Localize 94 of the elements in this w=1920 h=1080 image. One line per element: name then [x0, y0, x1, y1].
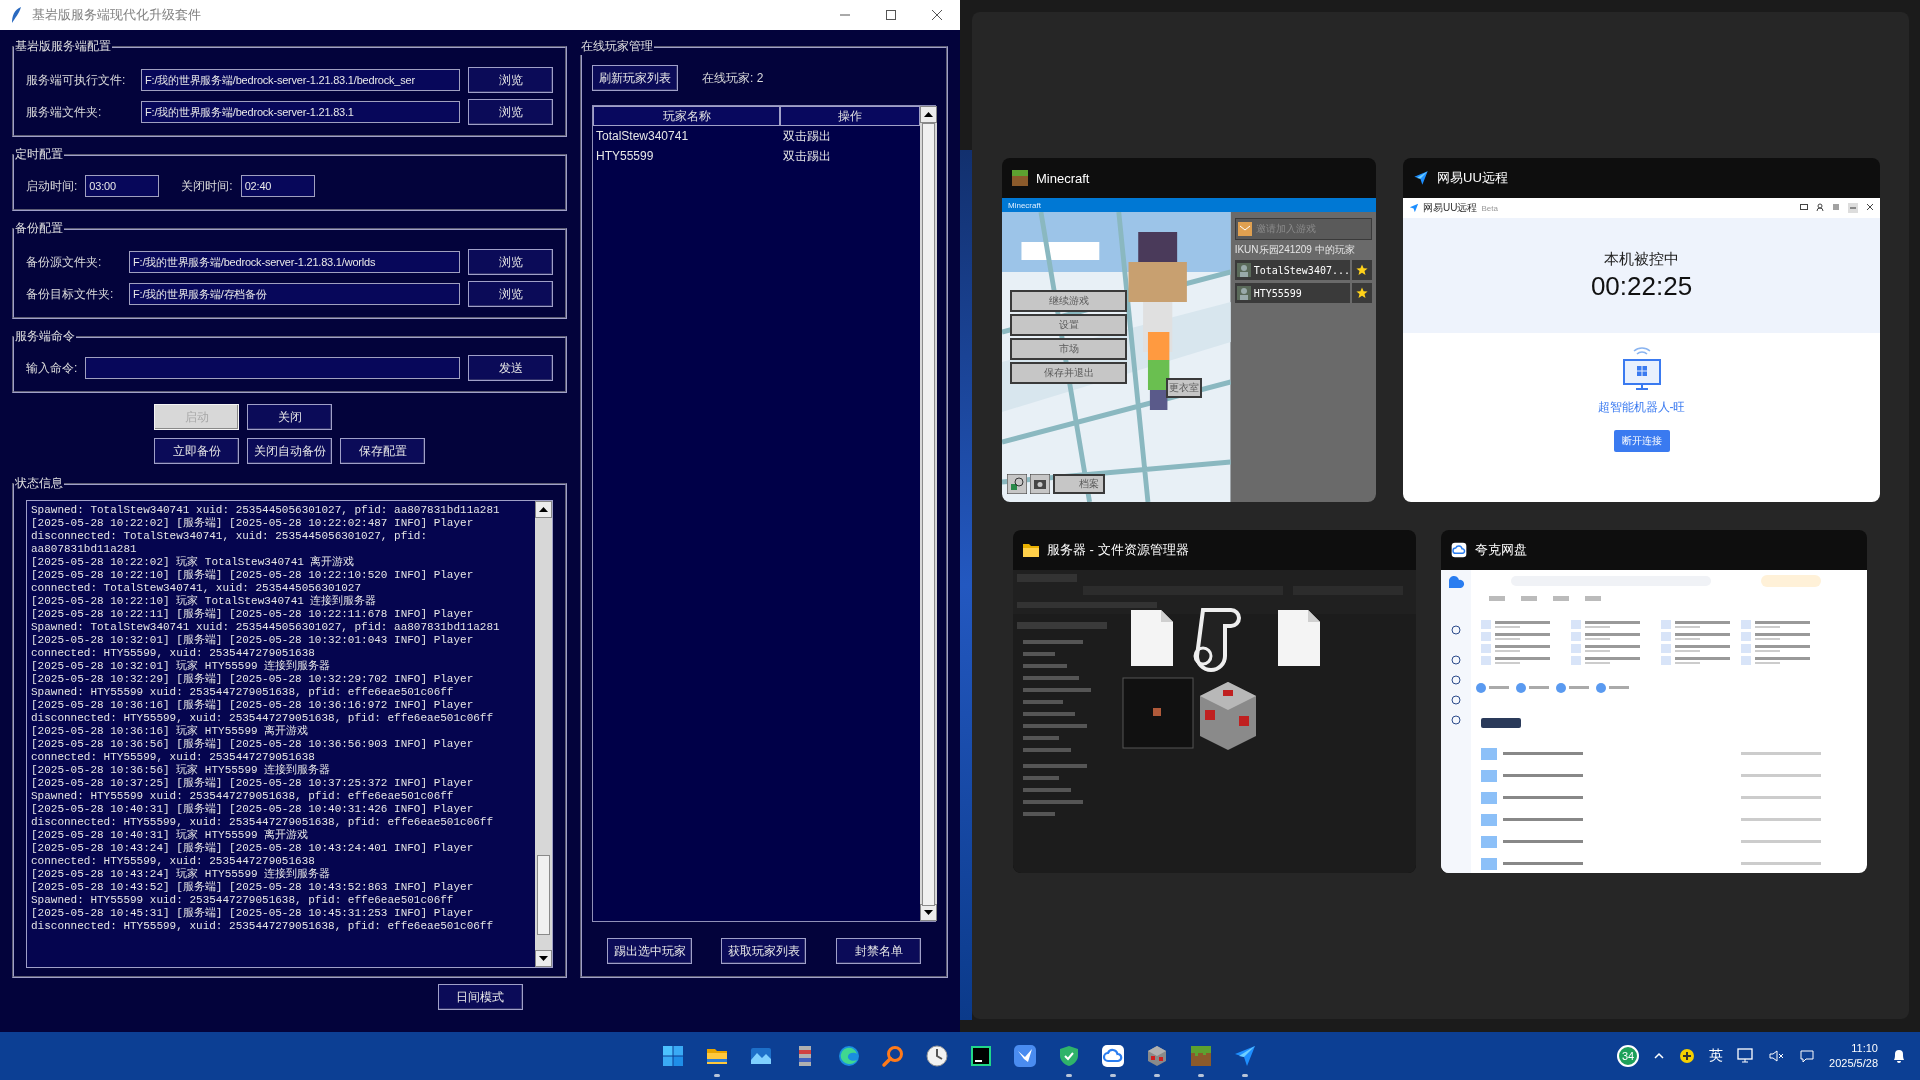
column-header[interactable]: 操作 — [780, 106, 920, 126]
player-action-button[interactable]: 踢出选中玩家 — [606, 938, 692, 964]
field-label: 备份源文件夹: — [26, 253, 103, 271]
beta-label: Beta — [1481, 203, 1498, 213]
group-title: 在线玩家管理 — [580, 38, 654, 55]
group-title: 服务端命令 — [14, 328, 76, 345]
window-thumbnail[interactable]: 夸克网盘 — [1441, 530, 1867, 873]
browse-button[interactable]: 浏览 — [468, 67, 553, 93]
menu-button[interactable]: 继续游戏 — [1010, 290, 1127, 312]
path-field[interactable]: F:/我的世界服务端/bedrock-server-1.21.83.1 — [141, 101, 460, 123]
log-line: [2025-05-28 10:36:16] [服务端] [2025-05-28 10:36:16:972 INFO] Player — [31, 699, 475, 712]
log-line: connected: TotalStew340741, xuid: 2535445056301027 — [31, 582, 363, 595]
device-name: 超智能机器人-旺 — [1597, 399, 1686, 416]
log-line: [2025-05-28 10:32:01] [服务端] [2025-05-28 10:32:01:043 INFO] Player — [31, 634, 475, 647]
clock[interactable]: 11:10 2025/5/28 — [1829, 1041, 1878, 1071]
field-label: 启动时间: — [26, 177, 78, 195]
log-line: [2025-05-28 10:40:31] 玩家 HTY55599 离开游戏 — [31, 829, 310, 842]
timer-text: 00:22:25 — [1590, 270, 1693, 302]
window-thumbnail[interactable]: 网易UU远程 网易UU远程 Beta 本机被控中 00:22:25 超智能机器人-旺 断开连接 — [1403, 158, 1880, 502]
log-line: [2025-05-28 10:22:10] [服务端] [2025-05-28 10:22:10:520 INFO] Player — [31, 569, 475, 582]
log-line: Spawned: HTY55599 xuid: 2535447279051638, pfid: effe6eae501c06ff — [31, 894, 455, 907]
log-line: connected: HTY55599, xuid: 2535447279051638 — [31, 855, 316, 868]
player-entry[interactable]: TotalStew3407... — [1234, 260, 1350, 280]
log-line: [2025-05-28 10:45:31] [服务端] [2025-05-28 10:45:31:253 INFO] Player — [31, 907, 475, 920]
log-line: [2025-05-28 10:22:02] 玩家 TotalStew340741 离开游戏 — [31, 556, 356, 569]
group-title: 备份配置 — [14, 220, 64, 237]
group-title: 定时配置 — [14, 146, 64, 163]
log-line: [2025-05-28 10:36:16] 玩家 HTY55599 离开游戏 — [31, 725, 310, 738]
player-row[interactable]: TotalStew340741 双击踢出 — [593, 126, 920, 146]
refresh-button[interactable]: 刷新玩家列表 — [592, 65, 678, 91]
profile-button[interactable]: 档案 — [1053, 474, 1105, 494]
time-field[interactable]: 03:00 — [85, 175, 160, 197]
window-thumbnail[interactable]: 服务器 - 文件资源管理器 — [1013, 530, 1416, 873]
menu-button[interactable]: 设置 — [1010, 314, 1127, 336]
log-line: connected: HTY55599, xuid: 2535447279051638 — [31, 647, 316, 660]
log-line: [2025-05-28 10:40:31] [服务端] [2025-05-28 10:40:31:426 INFO] Player — [31, 803, 475, 816]
log-line: Spawned: TotalStew340741 xuid: 2535445056301027, pfid: aa807831bd11a281 — [31, 621, 501, 634]
group-title: 基岩版服务端配置 — [14, 38, 112, 55]
path-field[interactable]: F:/我的世界服务端/bedrock-server-1.21.83.1/worlds — [129, 251, 460, 273]
log-line: connected: HTY55599, xuid: 2535447279051638 — [31, 751, 316, 764]
log-line: disconnected: HTY55599, xuid: 2535447279051638, pfid: effe6eae501c06ff — [31, 920, 495, 933]
field-label: 服务端文件夹: — [26, 103, 103, 121]
time-field[interactable]: 02:40 — [240, 175, 315, 197]
log-line: Spawned: TotalStew340741 xuid: 2535445056301027, pfid: aa807831bd11a281 — [31, 504, 501, 517]
log-line: [2025-05-28 10:36:56] 玩家 HTY55599 连接到服务器 — [31, 764, 332, 777]
log-line: Spawned: HTY55599 xuid: 2535447279051638, pfid: effe6eae501c06ff — [31, 790, 455, 803]
window-title: Minecraft — [1008, 200, 1041, 210]
column-header[interactable]: 玩家名称 — [593, 106, 780, 126]
menu-button[interactable]: 保存并退出 — [1010, 362, 1127, 384]
field-label: 备份目标文件夹: — [26, 285, 115, 303]
log-line: [2025-05-28 10:37:25] [服务端] [2025-05-28 10:37:25:372 INFO] Player — [31, 777, 475, 790]
wardrobe-button[interactable]: 更衣室 — [1166, 378, 1202, 398]
action-button[interactable]: 关闭 — [247, 404, 332, 430]
log-line: aa807831bd11a281 — [31, 543, 138, 556]
field-label: 输入命令: — [26, 359, 78, 377]
action-button[interactable]: 立即备份 — [154, 438, 239, 464]
player-entry[interactable]: HTY55599 — [1234, 283, 1350, 303]
log-line: [2025-05-28 10:22:10] 玩家 TotalStew340741 连接到服务器 — [31, 595, 378, 608]
window-title: 网易UU远程 — [1423, 201, 1478, 215]
log-line: [2025-05-28 10:43:52] [服务端] [2025-05-28 10:43:52:863 INFO] Player — [31, 881, 475, 894]
log-line: [2025-05-28 10:22:11] [服务端] [2025-05-28 10:22:11:678 INFO] Player — [31, 608, 475, 621]
player-action-button[interactable]: 获取玩家列表 — [721, 938, 807, 964]
action-button[interactable]: 关闭自动备份 — [247, 438, 332, 464]
status-text: 本机被控中 — [1604, 249, 1679, 269]
theme-button[interactable]: 日间模式 — [437, 984, 523, 1010]
browse-button[interactable]: 浏览 — [468, 99, 553, 125]
disconnect-button[interactable]: 断开连接 — [1613, 430, 1670, 452]
log-line: disconnected: TotalStew340741, xuid: 2535445056301027, pfid: — [31, 530, 429, 543]
field-label: 服务端可执行文件: — [26, 71, 127, 89]
path-field[interactable]: F:/我的世界服务端/bedrock-server-1.21.83.1/bedrock_ser — [141, 69, 460, 91]
input-method[interactable]: 英 — [1709, 1047, 1724, 1065]
log-line: disconnected: HTY55599, xuid: 2535447279051638, pfid: effe6eae501c06ff — [31, 816, 495, 829]
log-line: disconnected: HTY55599, xuid: 2535447279051638, pfid: effe6eae501c06ff — [31, 712, 495, 725]
path-field[interactable]: F:/我的世界服务端/存档备份 — [129, 283, 460, 305]
log-line: [2025-05-28 10:22:02] [服务端] [2025-05-28 10:22:02:487 INFO] Player — [31, 517, 475, 530]
player-table[interactable]: 玩家名称 操作 TotalStew340741 双击踢出 HTY55599 双击踢出 — [592, 105, 936, 922]
menu-button[interactable]: 市场 — [1010, 338, 1127, 360]
player-count: 在线玩家: 2 — [702, 69, 764, 87]
browse-button[interactable]: 浏览 — [468, 281, 553, 307]
browse-button[interactable]: 浏览 — [468, 249, 553, 275]
player-row[interactable]: HTY55599 双击踢出 — [593, 146, 920, 166]
group-title: 状态信息 — [14, 475, 64, 492]
window-title: 基岩版服务端现代化升级套件 — [32, 6, 201, 24]
log-line: [2025-05-28 10:32:29] [服务端] [2025-05-28 10:32:29:702 INFO] Player — [31, 673, 475, 686]
player-action-button[interactable]: 封禁名单 — [836, 938, 922, 964]
log-line: Spawned: HTY55599 xuid: 2535447279051638, pfid: effe6eae501c06ff — [31, 686, 455, 699]
log-line: [2025-05-28 10:36:56] [服务端] [2025-05-28 10:36:56:903 INFO] Player — [31, 738, 475, 751]
log-line: [2025-05-28 10:43:24] 玩家 HTY55599 连接到服务器 — [31, 868, 332, 881]
log-line: [2025-05-28 10:43:24] [服务端] [2025-05-28 10:43:24:401 INFO] Player — [31, 842, 475, 855]
action-button[interactable]: 保存配置 — [340, 438, 425, 464]
list-title: IKUN乐园241209 中的玩家 — [1234, 243, 1356, 257]
field-label: 关闭时间: — [181, 177, 233, 195]
log-line: [2025-05-28 10:32:01] 玩家 HTY55599 连接到服务器 — [31, 660, 332, 673]
send-button[interactable]: 发送 — [468, 355, 553, 381]
